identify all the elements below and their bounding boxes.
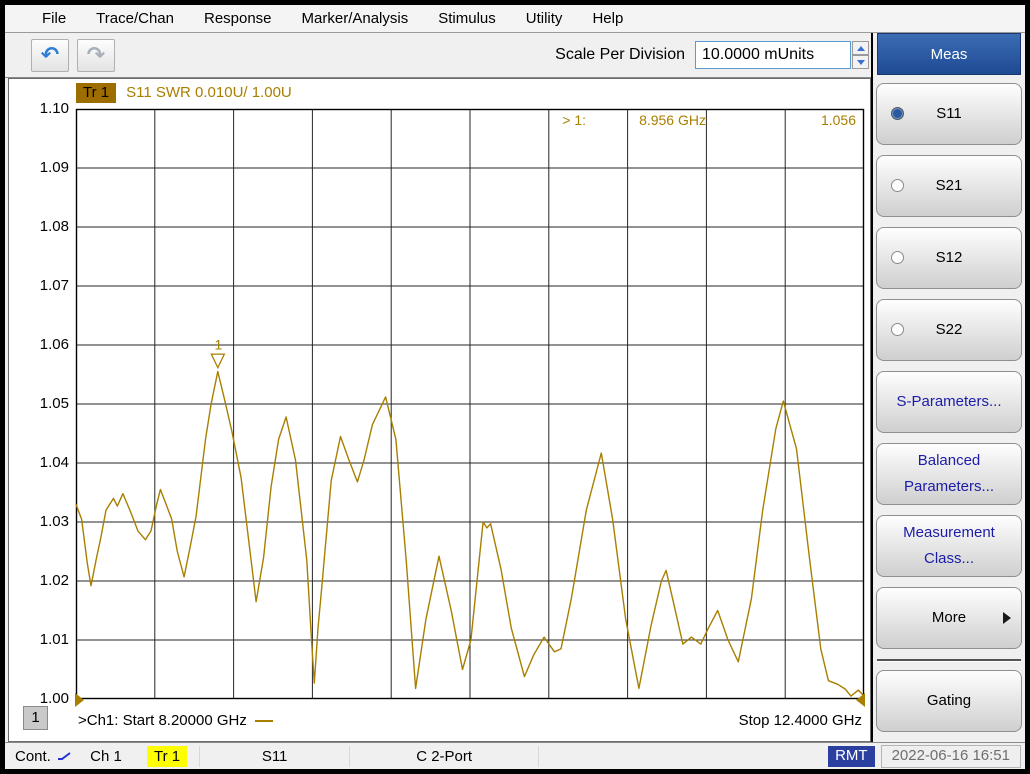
marker-readout: > 1: 8.956 GHz 1.056 (76, 112, 864, 130)
submenu-arrow-icon (1003, 612, 1011, 624)
menu-file[interactable]: File (27, 10, 81, 27)
softkey-label: More (932, 605, 966, 631)
active-trace-indicator[interactable]: Tr 1 (147, 746, 187, 767)
softkey-panel-header: Meas (877, 33, 1021, 75)
y-axis-label: 1.04 (23, 454, 69, 472)
menu-trace-chan[interactable]: Trace/Chan (81, 10, 189, 27)
softkey-panel: Meas S11 S21 S12 S22 S-Parameters... B (871, 33, 1025, 742)
menu-response[interactable]: Response (189, 10, 287, 27)
content-row: ↶ ↷ Scale Per Division Tr 1 S11 SWR 0.010… (5, 33, 1025, 742)
spinner-down-icon (857, 60, 865, 65)
y-axis-label: 1.06 (23, 336, 69, 354)
marker-readout-frequency: 8.956 GHz (639, 112, 706, 128)
softkey-s-parameters[interactable]: S-Parameters... (876, 371, 1022, 433)
spinner-up-button[interactable] (852, 41, 869, 55)
redo-button[interactable]: ↷ (77, 39, 115, 72)
trace-header: Tr 1 S11 SWR 0.010U/ 1.00U (76, 84, 292, 101)
spinner-up-icon (857, 46, 865, 51)
softkey-label: Gating (927, 688, 971, 714)
undo-arrow-icon: ↶ (41, 44, 59, 66)
radio-unselected-icon (891, 323, 904, 336)
softkey-s22[interactable]: S22 (876, 299, 1022, 361)
y-axis-label: 1.02 (23, 572, 69, 590)
continuous-sweep-icon (57, 750, 73, 762)
y-axis-labels: 1.10 1.09 1.08 1.07 1.06 1.05 1.04 1.03 1.02 1.01… (23, 79, 69, 741)
softkey-measurement-class[interactable]: Measurement Class... (876, 515, 1022, 577)
softkey-label: S-Parameters... (896, 389, 1001, 415)
softkey-gating[interactable]: Gating (876, 670, 1022, 732)
softkey-more[interactable]: More (876, 587, 1022, 649)
softkey-label: S11 (936, 101, 962, 127)
marker-readout-name: > 1: (562, 112, 586, 128)
spinner-down-button[interactable] (852, 55, 869, 69)
toolbar: ↶ ↷ Scale Per Division (5, 33, 871, 78)
y-axis-label: 1.08 (23, 218, 69, 236)
datetime-display: 2022-06-16 16:51 (881, 745, 1021, 768)
trace-color-key-icon (255, 720, 273, 722)
softkey-s12[interactable]: S12 (876, 227, 1022, 289)
y-axis-label: 1.01 (23, 631, 69, 649)
menu-stimulus[interactable]: Stimulus (423, 10, 511, 27)
undo-button[interactable]: ↶ (31, 39, 69, 72)
softkey-separator (877, 659, 1021, 662)
stimulus-stop-label: Stop 12.4000 GHz (739, 712, 862, 729)
trace-display-window: Tr 1S11 SWR 0.010U/ 1.00U 1.101.091.081.… (8, 78, 871, 742)
swr-plot: 1 (76, 109, 864, 699)
menu-help[interactable]: Help (577, 10, 638, 27)
grid (76, 109, 864, 699)
redo-arrow-icon: ↷ (87, 44, 105, 66)
sweep-mode-label: Cont. (15, 748, 51, 765)
parameter-indicator: S11 (199, 746, 349, 767)
y-axis-label: 1.07 (23, 277, 69, 295)
marker-triangle-icon (211, 354, 224, 368)
reference-level-icon-right (856, 693, 865, 707)
scale-spinner (852, 41, 869, 69)
menu-utility[interactable]: Utility (511, 10, 578, 27)
softkey-s21[interactable]: S21 (876, 155, 1022, 217)
left-column: ↶ ↷ Scale Per Division Tr 1 S11 SWR 0.010… (5, 33, 871, 742)
scale-per-division-label: Scale Per Division (555, 46, 685, 64)
softkey-s11[interactable]: S11 (876, 83, 1022, 145)
menu-marker-analysis[interactable]: Marker/Analysis (287, 10, 424, 27)
calibration-indicator: C 2-Port (349, 746, 539, 767)
marker-number-label: 1 (214, 337, 222, 353)
scale-per-division-input[interactable] (695, 41, 851, 69)
softkey-label: Measurement Class... (885, 520, 1013, 572)
radio-unselected-icon (891, 251, 904, 264)
y-axis-label: 1.05 (23, 395, 69, 413)
trace-badge[interactable]: Tr 1 (76, 83, 116, 103)
softkey-label: S12 (936, 245, 963, 271)
remote-status-badge: RMT (828, 746, 875, 767)
vna-application-window: File Trace/Chan Response Marker/Analysis… (0, 0, 1030, 774)
channel-indicator[interactable]: Ch 1 (77, 746, 135, 767)
radio-selected-icon (891, 107, 904, 120)
marker-1[interactable]: 1 (211, 337, 224, 368)
sweep-mode-indicator[interactable]: Cont. (15, 746, 77, 767)
softkey-balanced-parameters[interactable]: Balanced Parameters... (876, 443, 1022, 505)
softkey-label: S21 (936, 173, 963, 199)
reference-level-icon-left (75, 693, 84, 707)
softkey-label: S22 (936, 317, 963, 343)
y-axis-label: 1.09 (23, 159, 69, 177)
window-number-badge[interactable]: 1 (23, 706, 48, 730)
y-axis-label: 1.10 (23, 100, 69, 118)
stimulus-start-label: >Ch1: Start 8.20000 GHz (78, 712, 273, 729)
y-axis-label: 1.03 (23, 513, 69, 531)
softkey-label: Balanced Parameters... (885, 448, 1013, 500)
radio-unselected-icon (891, 179, 904, 192)
marker-readout-value: 1.056 (821, 112, 856, 128)
trace-title: S11 SWR 0.010U/ 1.00U (126, 84, 292, 101)
status-bar: Cont. Ch 1 Tr 1 S11 C 2-Port RMT 2022-06… (5, 742, 1025, 769)
menu-bar: File Trace/Chan Response Marker/Analysis… (5, 5, 1025, 33)
